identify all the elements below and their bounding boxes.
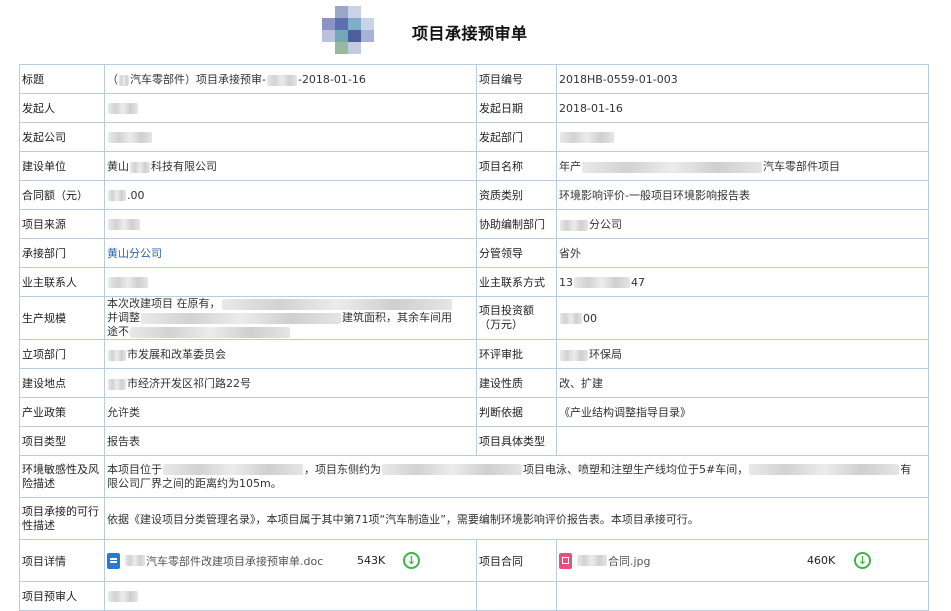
owner-contact-label: 业主联系人: [19, 267, 105, 297]
title-value: （汽车零部件）项目承接预审- -2018-01-16: [104, 64, 477, 94]
init-company-label: 发起公司: [19, 122, 105, 152]
scale-label: 生产规模: [19, 296, 105, 340]
initiator-value: [104, 93, 477, 123]
owner-phone-value: 13 47: [556, 267, 929, 297]
basis-value: 《产业结构调整指导目录》: [556, 397, 929, 427]
init-date-label: 发起日期: [476, 93, 557, 123]
feasibility-value: 依据《建设项目分类管理名录》，本项目属于其中第71项“汽车制造业”，需要编制环境…: [104, 497, 929, 540]
details-label: 项目详情: [19, 539, 105, 582]
download-icon[interactable]: ↓: [854, 552, 871, 569]
nature-value: 改、扩建: [556, 368, 929, 398]
form-row: 项目来源 协助编制部门 分公司: [19, 209, 929, 239]
contract-amount-label: 合同额（元）: [19, 180, 105, 210]
policy-value: 允许类: [104, 397, 477, 427]
source-label: 项目来源: [19, 209, 105, 239]
reviewer-label: 项目预审人: [19, 581, 105, 611]
init-dept-label: 发起部门: [476, 122, 557, 152]
project-name-value: 年产 汽车零部件项目: [556, 151, 929, 181]
initiator-label: 发起人: [19, 93, 105, 123]
basis-label: 判断依据: [476, 397, 557, 427]
source-value: [104, 209, 477, 239]
sensitivity-value: 本项目位于 ，项目东侧约为 项目电泳、喷塑和注塑生产线均位于5#车间，有 限公司厂界…: [104, 455, 929, 498]
form-row: 承接部门 黄山分公司 分管领导 省外: [19, 238, 929, 268]
undertake-dept-value: 黄山分公司: [104, 238, 477, 268]
contract-amount-value: .00: [104, 180, 477, 210]
review-form-table: 标题 （汽车零部件）项目承接预审- -2018-01-16 项目编号 2018HB…: [19, 64, 929, 611]
form-row: 发起人 发起日期 2018-01-16: [19, 93, 929, 123]
approval-dept-label: 立项部门: [19, 339, 105, 369]
form-row: 环境敏感性及风险描述 本项目位于 ，项目东侧约为 项目电泳、喷塑和注塑生产线均位于5…: [19, 455, 929, 498]
builder-value: 黄山 科技有限公司: [104, 151, 477, 181]
scale-value: 本次改建项目 在原有， 并调整 建筑面积，其余车间用 途不: [104, 296, 477, 340]
specific-type-label: 项目具体类型: [476, 426, 557, 456]
form-row: 发起公司 发起部门: [19, 122, 929, 152]
title-label: 标题: [19, 64, 105, 94]
policy-label: 产业政策: [19, 397, 105, 427]
company-logo: [322, 6, 374, 54]
undertake-dept-label: 承接部门: [19, 238, 105, 268]
investment-value: 00: [556, 296, 929, 340]
form-row: 项目预审人: [19, 581, 929, 611]
form-row: 建设单位 黄山 科技有限公司 项目名称 年产 汽车零部件项目: [19, 151, 929, 181]
approval-dept-value: 市发展和改革委员会: [104, 339, 477, 369]
form-row: 项目承接的可行性描述 依据《建设项目分类管理名录》，本项目属于其中第71项“汽车…: [19, 497, 929, 540]
contract-file-size: 460K: [807, 554, 836, 567]
form-row: 生产规模 本次改建项目 在原有， 并调整 建筑面积，其余车间用 途不 项目投资额（…: [19, 296, 929, 340]
qualification-value: 环境影响评价-一般项目环境影响报告表: [556, 180, 929, 210]
page-header: 项目承接预审单: [0, 0, 951, 62]
specific-type-value: [556, 426, 929, 456]
download-icon[interactable]: ↓: [403, 552, 420, 569]
init-date-value: 2018-01-16: [556, 93, 929, 123]
form-row: 业主联系人 业主联系方式 13 47: [19, 267, 929, 297]
contract-file-link[interactable]: 合同.jpg: [608, 553, 651, 569]
investment-label: 项目投资额（万元）: [476, 296, 557, 340]
owner-contact-value: [104, 267, 477, 297]
form-row: 产业政策 允许类 判断依据 《产业结构调整指导目录》: [19, 397, 929, 427]
contract-attachment: 合同.jpg 460K ↓: [556, 539, 929, 582]
init-dept-value: [556, 122, 929, 152]
reviewer-value: [104, 581, 477, 611]
location-label: 建设地点: [19, 368, 105, 398]
feasibility-label: 项目承接的可行性描述: [19, 497, 105, 540]
location-value: 市经济开发区祁门路22号: [104, 368, 477, 398]
form-row: 合同额（元） .00 资质类别 环境影响评价-一般项目环境影响报告表: [19, 180, 929, 210]
assist-dept-value: 分公司: [556, 209, 929, 239]
leader-label: 分管领导: [476, 238, 557, 268]
project-no-label: 项目编号: [476, 64, 557, 94]
empty-label: [476, 581, 557, 611]
form-row: 项目详情 汽车零部件改建项目承接预审单.doc 543K ↓ 项目合同 合同.j…: [19, 539, 929, 582]
eia-approval-label: 环评审批: [476, 339, 557, 369]
form-row: 立项部门 市发展和改革委员会 环评审批 环保局: [19, 339, 929, 369]
page-title: 项目承接预审单: [412, 24, 528, 43]
sensitivity-label: 环境敏感性及风险描述: [19, 455, 105, 498]
details-attachment: 汽车零部件改建项目承接预审单.doc 543K ↓: [104, 539, 477, 582]
details-file-size: 543K: [357, 554, 386, 567]
empty-value: [556, 581, 929, 611]
word-doc-icon: [107, 552, 120, 569]
nature-label: 建设性质: [476, 368, 557, 398]
owner-phone-label: 业主联系方式: [476, 267, 557, 297]
eia-approval-value: 环保局: [556, 339, 929, 369]
project-name-label: 项目名称: [476, 151, 557, 181]
assist-dept-label: 协助编制部门: [476, 209, 557, 239]
contract-label: 项目合同: [476, 539, 557, 582]
type-label: 项目类型: [19, 426, 105, 456]
init-company-value: [104, 122, 477, 152]
image-file-icon: [559, 552, 572, 569]
details-file-link[interactable]: 汽车零部件改建项目承接预审单.doc: [146, 553, 323, 569]
qualification-label: 资质类别: [476, 180, 557, 210]
builder-label: 建设单位: [19, 151, 105, 181]
form-row: 项目类型 报告表 项目具体类型: [19, 426, 929, 456]
leader-value: 省外: [556, 238, 929, 268]
type-value: 报告表: [104, 426, 477, 456]
form-row: 建设地点 市经济开发区祁门路22号 建设性质 改、扩建: [19, 368, 929, 398]
project-no-value: 2018HB-0559-01-003: [556, 64, 929, 94]
form-row: 标题 （汽车零部件）项目承接预审- -2018-01-16 项目编号 2018HB…: [19, 64, 929, 94]
